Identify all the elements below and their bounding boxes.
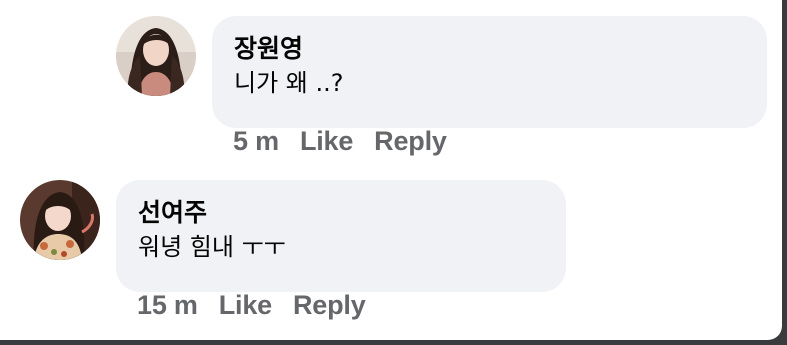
comment-author[interactable]: 선여주 <box>138 196 544 230</box>
comment-timestamp[interactable]: 15 m <box>137 290 198 321</box>
comments-panel: 장원영 니가 왜 ..? 5 m Like Reply 선여주 워녕 힘내 ㅜㅜ… <box>0 0 782 340</box>
reply-button[interactable]: Reply <box>293 290 366 321</box>
avatar[interactable] <box>20 180 100 260</box>
comment-bubble: 선여주 워녕 힘내 ㅜㅜ <box>116 180 566 292</box>
like-button[interactable]: Like <box>219 290 272 321</box>
profile-photo <box>20 180 100 260</box>
comment-text: 워녕 힘내 ㅜㅜ <box>138 233 286 261</box>
comment-item: 선여주 워녕 힘내 ㅜㅜ 15 m Like Reply <box>0 0 782 340</box>
comment-actions: 15 m Like Reply <box>137 290 387 321</box>
